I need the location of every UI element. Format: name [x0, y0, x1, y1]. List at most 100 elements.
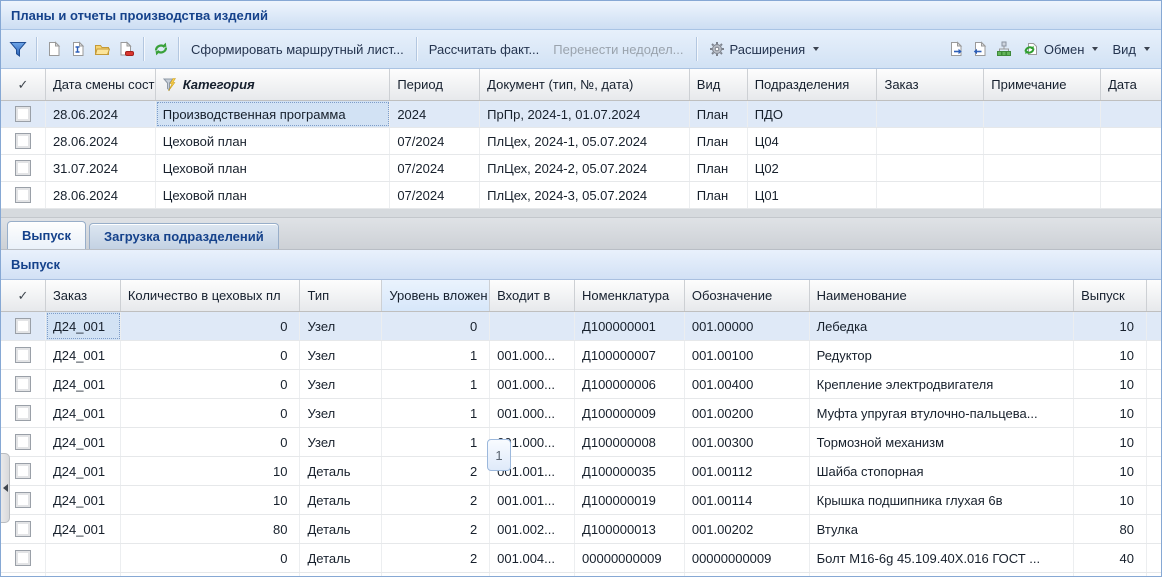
cell-category[interactable]: Производственная программа	[156, 101, 391, 127]
row-checkbox[interactable]	[15, 160, 31, 176]
cell-qty-in-shop-plans[interactable]: 10	[121, 486, 301, 514]
filter-button[interactable]	[6, 37, 30, 62]
cell-nomenclature[interactable]: Д100000009	[575, 399, 685, 427]
cell-nomenclature[interactable]: Д100000035	[575, 457, 685, 485]
row-checkbox[interactable]	[15, 521, 31, 537]
cell-name[interactable]: Крышка подшипника глухая 6в	[810, 486, 1074, 514]
cell-note[interactable]	[984, 101, 1101, 127]
cell-designation[interactable]: 001.00100	[685, 341, 810, 369]
cell-qty-in-shop-plans[interactable]: 0	[121, 370, 301, 398]
cell-name[interactable]: Втулка	[810, 515, 1074, 543]
cell-designation[interactable]: 001.00300	[685, 428, 810, 456]
cell-part-of[interactable]	[490, 312, 575, 340]
tab-zagruzka-podrazdeleniy[interactable]: Загрузка подразделений	[89, 223, 279, 249]
cell-part-of[interactable]: 001.002...	[490, 515, 575, 543]
cell-order[interactable]: Д24_001	[46, 370, 121, 398]
export-document-button[interactable]	[945, 37, 967, 61]
cell-nomenclature[interactable]: Д100000001	[575, 312, 685, 340]
cell-change-date[interactable]: 28.06.2024	[46, 101, 156, 127]
column-header-change-date[interactable]: Дата смены сост	[46, 69, 156, 100]
cell-designation[interactable]: 001.00200	[685, 399, 810, 427]
cell-qty-in-shop-plans[interactable]: 10	[121, 457, 301, 485]
cell-period[interactable]: 07/2024	[390, 128, 480, 154]
cell-division[interactable]: Ц04	[748, 128, 878, 154]
vypusk-table-row[interactable]: Д24_001 0 Узел 1 001.000... Д100000006 0…	[1, 370, 1161, 399]
row-select-cell[interactable]	[1, 544, 46, 572]
cell-order[interactable]: Д24_001	[46, 515, 121, 543]
cell-qty-in-shop-plans[interactable]: 0	[121, 399, 301, 427]
vypusk-table-row[interactable]: 0 Деталь 2 001.003... 00000000009 000000…	[1, 573, 1161, 577]
cell-name[interactable]: Шайба стопорная	[810, 457, 1074, 485]
column-header-output[interactable]: Выпуск	[1074, 280, 1147, 311]
cell-nomenclature[interactable]: 00000000009	[575, 573, 685, 577]
cell-date2[interactable]	[1101, 128, 1161, 154]
column-header-note[interactable]: Примечание	[984, 69, 1101, 100]
column-header-qty-in-shop-plans[interactable]: Количество в цеховых пл	[121, 280, 301, 311]
row-select-cell[interactable]	[1, 370, 46, 398]
column-header-type[interactable]: Тип	[300, 280, 382, 311]
cell-designation[interactable]: 001.00112	[685, 457, 810, 485]
cell-document[interactable]: ПлЦех, 2024-3, 05.07.2024	[480, 182, 690, 208]
panel-collapse-handle[interactable]	[1, 453, 10, 523]
cell-nesting-level[interactable]: 1	[382, 399, 490, 427]
column-header-division[interactable]: Подразделения	[748, 69, 878, 100]
vypusk-table-row[interactable]: Д24_001 10 Деталь 2 001.001... Д10000001…	[1, 486, 1161, 515]
cell-document[interactable]: ПрПр, 2024-1, 01.07.2024	[480, 101, 690, 127]
row-checkbox[interactable]	[15, 133, 31, 149]
cell-part-of[interactable]: 001.004...	[490, 544, 575, 572]
row-select-cell[interactable]	[1, 312, 46, 340]
cell-type[interactable]: Деталь	[300, 486, 382, 514]
cell-output[interactable]: 10	[1074, 457, 1147, 485]
cell-division[interactable]: ПДО	[748, 101, 878, 127]
column-header-designation[interactable]: Обозначение	[685, 280, 810, 311]
cell-nesting-level[interactable]: 2	[382, 515, 490, 543]
cell-nomenclature[interactable]: Д100000006	[575, 370, 685, 398]
cell-period[interactable]: 2024	[390, 101, 480, 127]
cell-name[interactable]: Муфта упругая втулочно-пальцева...	[810, 399, 1074, 427]
extensions-menu-button[interactable]: Расширения	[703, 37, 826, 61]
column-header-select-all[interactable]: ✓	[1, 280, 46, 311]
row-checkbox[interactable]	[15, 492, 31, 508]
row-select-cell[interactable]	[1, 128, 46, 154]
cell-date2[interactable]	[1101, 101, 1161, 127]
cell-output[interactable]: 10	[1074, 341, 1147, 369]
cell-type[interactable]: Узел	[300, 428, 382, 456]
cell-name[interactable]: Лебедка	[810, 312, 1074, 340]
form-route-sheet-button[interactable]: Сформировать маршрутный лист...	[185, 38, 410, 61]
row-checkbox[interactable]	[15, 106, 31, 122]
structure-button[interactable]	[993, 37, 1015, 61]
row-checkbox[interactable]	[15, 376, 31, 392]
cell-qty-in-shop-plans[interactable]: 0	[121, 341, 301, 369]
row-checkbox[interactable]	[15, 187, 31, 203]
vypusk-table-row[interactable]: Д24_001 0 Узел 1 001.000... Д100000007 0…	[1, 341, 1161, 370]
cell-output[interactable]: 10	[1074, 428, 1147, 456]
tab-vypusk[interactable]: Выпуск	[7, 221, 86, 249]
column-header-name[interactable]: Наименование	[810, 280, 1075, 311]
cell-qty-in-shop-plans[interactable]: 0	[121, 428, 301, 456]
cell-nomenclature[interactable]: Д100000007	[575, 341, 685, 369]
cell-type[interactable]: Деталь	[300, 573, 382, 577]
cell-part-of[interactable]: 001.001...	[490, 486, 575, 514]
cell-designation[interactable]: 001.00400	[685, 370, 810, 398]
cell-part-of[interactable]: 001.000...	[490, 341, 575, 369]
cell-nesting-level[interactable]: 2	[382, 573, 490, 577]
cell-division[interactable]: Ц02	[748, 155, 878, 181]
cell-type[interactable]: Деталь	[300, 544, 382, 572]
cell-order[interactable]	[46, 544, 121, 572]
cell-nomenclature[interactable]: Д100000019	[575, 486, 685, 514]
cell-category[interactable]: Цеховой план	[156, 182, 391, 208]
column-header-date2[interactable]: Дата	[1101, 69, 1161, 100]
delete-document-button[interactable]	[115, 37, 137, 61]
cell-name[interactable]: Тормозной механизм	[810, 428, 1074, 456]
column-header-nesting-level[interactable]: Уровень вложен	[382, 280, 490, 311]
row-select-cell[interactable]	[1, 182, 46, 208]
column-header-select-all[interactable]: ✓	[1, 69, 46, 100]
cell-designation[interactable]: 001.00114	[685, 486, 810, 514]
cell-date2[interactable]	[1101, 155, 1161, 181]
cell-division[interactable]: Ц01	[748, 182, 878, 208]
cell-type[interactable]: Деталь	[300, 515, 382, 543]
cell-name[interactable]: Крепление электродвигателя	[810, 370, 1074, 398]
cell-order[interactable]: Д24_001	[46, 457, 121, 485]
cell-change-date[interactable]: 28.06.2024	[46, 128, 156, 154]
open-folder-button[interactable]	[91, 37, 113, 61]
